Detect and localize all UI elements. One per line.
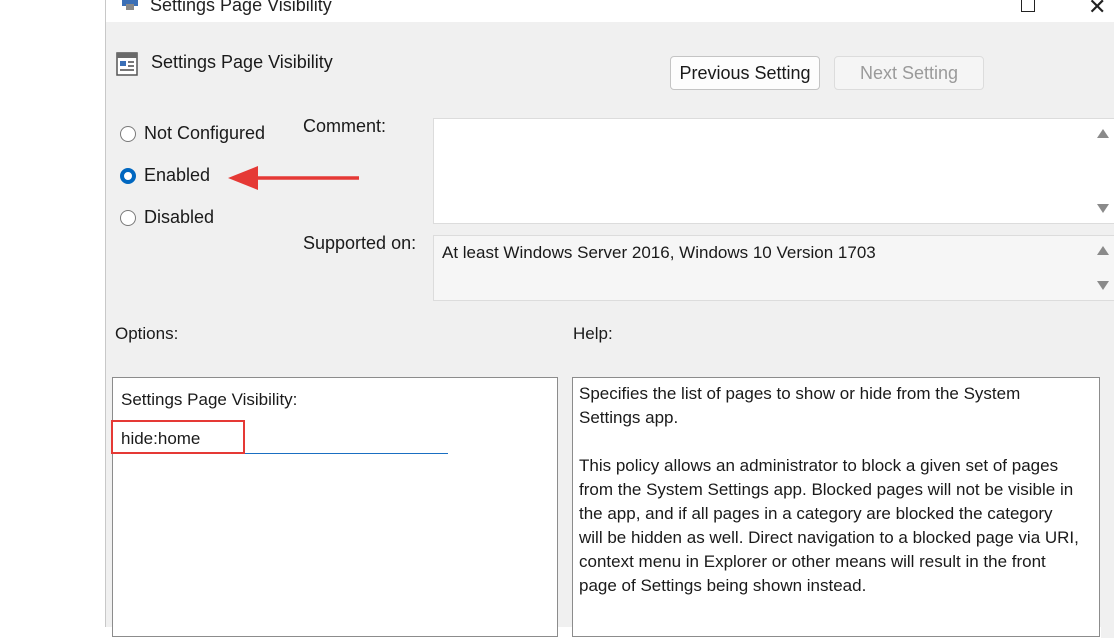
scroll-up-icon[interactable]	[1097, 129, 1109, 138]
help-panel: Specifies the list of pages to show or h…	[572, 377, 1114, 638]
supported-on-value: At least Windows Server 2016, Windows 10…	[442, 243, 876, 262]
scroll-down-icon[interactable]	[1097, 204, 1109, 213]
policy-icon	[116, 52, 138, 76]
policy-title: Settings Page Visibility	[151, 52, 333, 72]
radio-label: Enabled	[144, 165, 211, 185]
scroll-down-icon[interactable]	[1097, 281, 1109, 290]
maximize-icon[interactable]	[1021, 0, 1035, 12]
radio-button-checked[interactable]	[120, 167, 136, 184]
policy-dialog: Settings Page Visibility ✕ Settings Page…	[105, 0, 1114, 638]
close-icon[interactable]: ✕	[1088, 0, 1106, 20]
radio-disabled[interactable]: Disabled	[120, 207, 214, 228]
annotation-arrow-icon	[228, 166, 359, 190]
comment-scrollbar[interactable]	[1092, 119, 1114, 223]
help-text: Specifies the list of pages to show or h…	[579, 382, 1079, 622]
comment-label: Comment:	[303, 116, 387, 136]
settings-page-visibility-input[interactable]	[118, 424, 448, 454]
window-title: Settings Page Visibility	[150, 0, 332, 15]
radio-button[interactable]	[120, 209, 136, 226]
help-paragraph: This policy allows an administrator to b…	[579, 456, 1079, 595]
radio-not-configured[interactable]: Not Configured	[120, 123, 265, 144]
radio-label: Not Configured	[144, 123, 266, 143]
help-scrollbar[interactable]	[1101, 378, 1114, 638]
options-heading: Options:	[115, 324, 179, 343]
supported-scrollbar[interactable]	[1092, 236, 1114, 300]
title-bar: Settings Page Visibility ✕	[106, 0, 1114, 22]
help-heading: Help:	[573, 324, 613, 343]
next-setting-button[interactable]: Next Setting	[834, 56, 984, 90]
supported-on-label: Supported on:	[303, 233, 417, 253]
previous-setting-button[interactable]: Previous Setting	[670, 56, 820, 90]
radio-label: Disabled	[144, 207, 215, 227]
background-left	[0, 0, 105, 627]
supported-on-field: At least Windows Server 2016, Windows 10…	[433, 235, 1114, 301]
radio-enabled[interactable]: Enabled	[120, 165, 210, 186]
radio-button[interactable]	[120, 125, 136, 142]
comment-textarea[interactable]	[433, 118, 1114, 224]
scroll-up-icon[interactable]	[1097, 246, 1109, 255]
help-paragraph: Specifies the list of pages to show or h…	[579, 384, 1021, 427]
options-panel: Settings Page Visibility:	[111, 377, 558, 637]
app-icon	[122, 0, 138, 10]
settings-page-visibility-label: Settings Page Visibility:	[121, 390, 298, 409]
